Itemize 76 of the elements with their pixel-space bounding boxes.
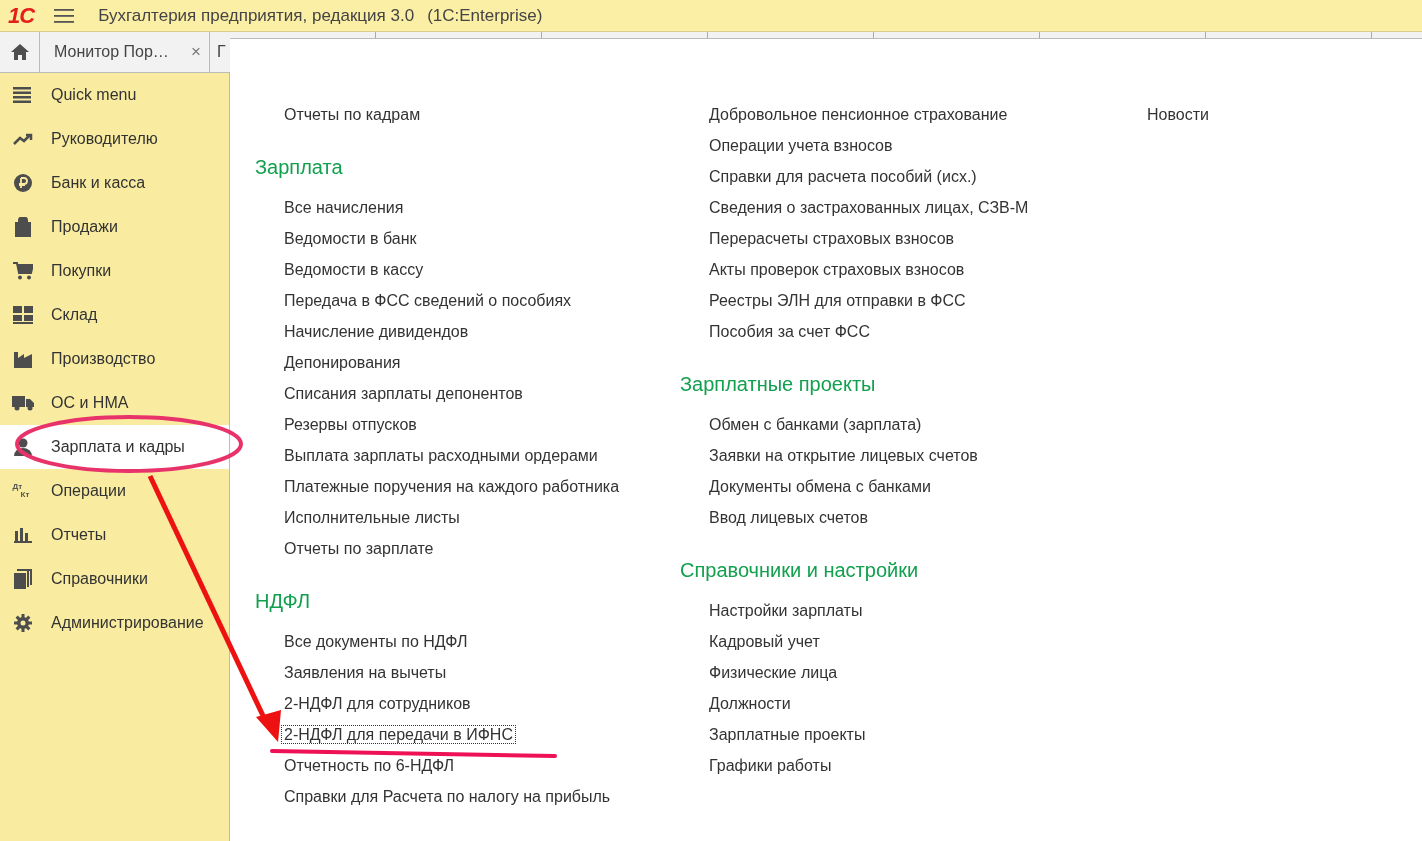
- ruble-coin-icon: [13, 174, 32, 192]
- sidebar-item[interactable]: Производство: [0, 337, 229, 381]
- menu-link[interactable]: Кадровый учет: [706, 632, 823, 651]
- close-icon[interactable]: ×: [191, 42, 201, 62]
- menu-link[interactable]: Заявки на открытие лицевых счетов: [706, 446, 981, 465]
- sidebar-item[interactable]: ОС и НМА: [0, 381, 229, 425]
- menu-link[interactable]: Передача в ФСС сведений о пособиях: [281, 291, 575, 310]
- menu-link[interactable]: Резервы отпусков: [281, 415, 420, 434]
- menu-link[interactable]: Ввод лицевых счетов: [706, 508, 871, 527]
- menu-link[interactable]: Платежные поручения на каждого работника: [281, 477, 623, 496]
- menu-link[interactable]: Документы обмена с банками: [706, 477, 934, 496]
- sidebar-item[interactable]: Банк и касса: [0, 161, 229, 205]
- menu-link[interactable]: Депонирования: [281, 353, 404, 372]
- section-heading: НДФЛ: [255, 589, 312, 614]
- menu-link[interactable]: Все начисления: [281, 198, 407, 217]
- list-icon: [12, 87, 33, 103]
- truck-icon: [11, 395, 34, 411]
- menu-link[interactable]: 2-НДФЛ для передачи в ИФНС: [281, 725, 516, 744]
- sidebar-item[interactable]: Администрирование: [0, 601, 229, 645]
- menu-link[interactable]: Физические лица: [706, 663, 841, 682]
- menu-link[interactable]: Должности: [706, 694, 794, 713]
- sidebar-item[interactable]: Зарплата и кадры: [0, 425, 229, 469]
- menu-link[interactable]: Реестры ЭЛН для отправки в ФСС: [706, 291, 969, 310]
- menu-icon[interactable]: [54, 7, 75, 24]
- section-heading: Справочники и настройки: [680, 558, 920, 583]
- platform-name: (1С:Enterprise): [427, 5, 543, 26]
- menu-link[interactable]: Списания зарплаты депонентов: [281, 384, 526, 403]
- section-heading: Зарплатные проекты: [680, 372, 877, 397]
- factory-icon: [13, 350, 32, 368]
- bar-chart-icon: [13, 527, 32, 543]
- menu-link[interactable]: Акты проверок страховых взносов: [706, 260, 968, 279]
- menu-link[interactable]: Справки для расчета пособий (исх.): [706, 167, 980, 186]
- shopping-bag-icon: [14, 217, 31, 237]
- app-logo: 1С: [8, 3, 35, 28]
- sidebar-item[interactable]: Руководителю: [0, 117, 229, 161]
- menu-link[interactable]: Добровольное пенсионное страхование: [706, 105, 1011, 124]
- menu-link[interactable]: Ведомости в банк: [281, 229, 420, 248]
- menu-link[interactable]: Отчетность по 6-НДФЛ: [281, 756, 458, 775]
- sidebar-item[interactable]: Покупки: [0, 249, 229, 293]
- trend-icon: [12, 133, 33, 145]
- menu-link[interactable]: Ведомости в кассу: [281, 260, 427, 279]
- person-icon: [13, 438, 32, 456]
- app-title: Бухгалтерия предприятия, редакция 3.0: [98, 5, 415, 26]
- menu-link[interactable]: Настройки зарплаты: [706, 601, 866, 620]
- menu-link[interactable]: Отчеты по зарплате: [281, 539, 437, 558]
- sidebar-item[interactable]: Склад: [0, 293, 229, 337]
- menu-link[interactable]: Графики работы: [706, 756, 835, 775]
- menu-link[interactable]: Сведения о застрахованных лицах, СЗВ-М: [706, 198, 1032, 217]
- document-tab[interactable]: Монитор Пор… ×: [40, 32, 210, 72]
- sidebar-item[interactable]: Справочники: [0, 557, 229, 601]
- home-icon: [10, 44, 29, 60]
- boxes-icon: [12, 306, 33, 324]
- sidebar-item[interactable]: Отчеты: [0, 513, 229, 557]
- menu-link[interactable]: Обмен с банками (зарплата): [706, 415, 925, 434]
- menu-link[interactable]: Заявления на вычеты: [281, 663, 450, 682]
- menu-link[interactable]: Исполнительные листы: [281, 508, 463, 527]
- pages-icon: [13, 569, 32, 589]
- menu-link[interactable]: Все документы по НДФЛ: [281, 632, 471, 651]
- menu-link[interactable]: Зарплатные проекты: [706, 725, 869, 744]
- menu-link[interactable]: Операции учета взносов: [706, 136, 896, 155]
- menu-link[interactable]: Справки для Расчета по налогу на прибыль: [281, 787, 614, 806]
- menu-link[interactable]: Перерасчеты страховых взносов: [706, 229, 958, 248]
- menu-link[interactable]: 2-НДФЛ для сотрудников: [281, 694, 474, 713]
- menu-link[interactable]: Отчеты по кадрам: [281, 105, 424, 124]
- debit-credit-label: Кт: [20, 491, 31, 499]
- menu-link[interactable]: Пособия за счет ФСС: [706, 322, 873, 341]
- debit-credit-label: Дт: [12, 483, 24, 491]
- sidebar-item[interactable]: Quick menu: [0, 73, 229, 117]
- section-heading: Зарплата: [255, 155, 344, 180]
- menu-link[interactable]: Начисление дивидендов: [281, 322, 472, 341]
- cart-icon: [12, 262, 33, 280]
- menu-link[interactable]: Новости: [1144, 105, 1212, 124]
- sidebar-item[interactable]: Дт Кт Операции: [0, 469, 229, 513]
- menu-link[interactable]: Выплата зарплаты расходными ордерами: [281, 446, 601, 465]
- settings-icon: [13, 614, 32, 632]
- sidebar-item[interactable]: Продажи: [0, 205, 229, 249]
